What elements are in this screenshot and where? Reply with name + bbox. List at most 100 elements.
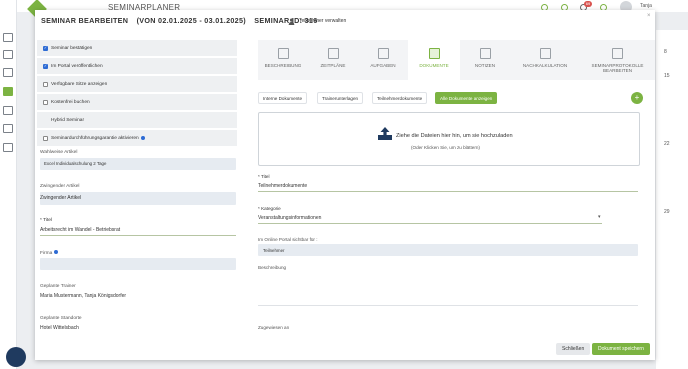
tab-label: BESCHREIBUNG: [264, 63, 302, 68]
tab-label: ZEITPLÄNE: [320, 63, 346, 68]
checkbox-label: Seminardurchführungsgarantie aktivieren: [51, 135, 139, 141]
assigned-to-label: Zugewiesen an: [258, 325, 290, 330]
location-label: Geplante Standorte: [40, 316, 82, 321]
edit-seminar-modal: SEMINAR BEARBEITEN (VON 02.01.2025 - 03.…: [35, 10, 655, 360]
tab-label: NOTIZEN: [474, 63, 496, 68]
chevron-down-icon[interactable]: ▾: [598, 214, 601, 220]
tab-notes[interactable]: NOTIZEN: [460, 40, 510, 80]
tab-schedules[interactable]: ZEITPLÄNE: [308, 40, 358, 80]
tab-label: SEMINARPROTOKOLLE BEARBEITEN: [591, 63, 644, 73]
checkbox[interactable]: [43, 135, 48, 141]
tab-documents[interactable]: DOKUMENTE: [408, 40, 460, 80]
doc-title-field[interactable]: Teilnehmerdokumente: [258, 183, 307, 189]
tab-post-calculation[interactable]: NACHKALKULATION: [510, 40, 580, 80]
documents-panel: BESCHREIBUNG ZEITPLÄNE AUFGABEN DOKUMENT…: [258, 40, 655, 360]
people-icon: [612, 48, 623, 59]
list-icon[interactable]: [3, 124, 13, 133]
checkbox-row[interactable]: ✓ Seminar bestätigen: [37, 40, 237, 56]
calendar-day: 15: [664, 73, 670, 79]
tab-label: NACHKALKULATION: [522, 63, 568, 68]
category-label: * Kategorie: [258, 206, 281, 211]
checkbox-row[interactable]: Seminardurchführungsgarantie aktivieren: [37, 130, 237, 146]
manage-participants-button[interactable]: Teilnehmer verwalten: [288, 15, 346, 27]
optional-article-tag[interactable]: Excel Individualschulung 2 Tage: [44, 161, 106, 166]
portal-visibility-select[interactable]: [258, 244, 638, 256]
calculator-icon: [539, 48, 551, 59]
calendar-icon[interactable]: [3, 87, 13, 96]
checkbox-label: Kostenfrei buchen: [51, 99, 90, 105]
info-icon[interactable]: [54, 250, 59, 254]
info-icon[interactable]: [140, 136, 145, 140]
tab-seminar-protocols[interactable]: SEMINARPROTOKOLLE BEARBEITEN: [580, 40, 655, 80]
dashboard-icon[interactable]: [3, 33, 13, 42]
calendar-day: 29: [664, 209, 670, 215]
modal-title-dates: (VON 02.01.2025 - 03.01.2025): [136, 16, 246, 25]
description-label: Beschreibung: [258, 265, 287, 270]
checkbox-checked[interactable]: ✓: [43, 45, 48, 51]
filter-all-docs[interactable]: Alle Dokumente anzeigen: [435, 92, 498, 104]
checkbox[interactable]: [43, 81, 48, 87]
manage-participants-label: Teilnehmer verwalten: [299, 18, 347, 24]
add-document-button[interactable]: +: [631, 92, 643, 104]
company-field[interactable]: [40, 258, 236, 270]
calendar-day: 8: [664, 49, 667, 55]
checkbox-disabled: [43, 118, 48, 123]
checkbox-row[interactable]: ✓ Im Portal veröffentlichen: [37, 58, 237, 74]
calendar-day: 22: [664, 141, 670, 147]
checkbox-label: Seminar bestätigen: [51, 45, 93, 51]
modal-title: SEMINAR BEARBEITEN (VON 02.01.2025 - 03.…: [41, 16, 324, 25]
person-icon: [288, 18, 295, 25]
user-name: Tanja: [640, 3, 652, 9]
doc-title-underline: [258, 191, 638, 192]
save-document-button[interactable]: Dokument speichern: [592, 343, 650, 355]
checkbox-label: Hybrid Seminar: [51, 117, 85, 123]
portal-visibility-label: Im Online Portal sichtbar für :: [258, 237, 318, 242]
location-value[interactable]: Hotel Wittelsbach: [40, 325, 79, 331]
seminar-settings-column: ✓ Seminar bestätigen ✓ Im Portal veröffent…: [35, 40, 238, 340]
printer-icon[interactable]: [3, 143, 13, 152]
optional-article-label: Wahlweise Artikel: [40, 150, 78, 155]
title-field[interactable]: Arbeitsrecht im Wandel - Betriebsrat: [40, 227, 120, 233]
close-icon[interactable]: ×: [647, 13, 651, 19]
dropzone-text: Ziehe die Dateien hier hin, um sie hochz…: [396, 133, 513, 139]
megaphone-icon[interactable]: [3, 106, 13, 115]
close-button[interactable]: Schließen: [556, 343, 591, 355]
company-label: Firma: [40, 250, 59, 256]
tab-label: AUFGABEN: [370, 63, 396, 68]
portal-visibility-tag[interactable]: Teilnehmer: [263, 248, 284, 253]
file-dropzone[interactable]: Ziehe die Dateien hier hin, um sie hochz…: [258, 112, 640, 166]
checkbox-checked[interactable]: ✓: [43, 63, 48, 69]
calendar-strip: [656, 30, 688, 369]
filter-internal-docs[interactable]: Interne Dokumente: [258, 92, 308, 104]
document-icon: [428, 48, 440, 59]
checkbox-label: Im Portal veröffentlichen: [51, 63, 103, 69]
people-icon: [277, 48, 289, 59]
tab-description[interactable]: BESCHREIBUNG: [258, 40, 308, 80]
category-underline: [258, 223, 602, 224]
filter-trainer-docs[interactable]: Trainerunterlagen: [317, 92, 364, 104]
trainer-value[interactable]: Maria Mustermann, Tanja Königsdorfer: [40, 293, 126, 299]
checkbox-label: Verfügbare Sitze anzeigen: [51, 81, 108, 87]
mandatory-article-value: Zwingender Artikel: [40, 195, 82, 201]
notification-badge: 69: [584, 1, 592, 7]
building-icon[interactable]: [3, 68, 13, 77]
tab-tasks[interactable]: AUFGABEN: [358, 40, 408, 80]
checkbox[interactable]: [43, 99, 48, 105]
checkbox-row[interactable]: Verfügbare Sitze anzeigen: [37, 76, 237, 92]
chat-icon[interactable]: [6, 347, 26, 367]
tab-label: DOKUMENTE: [419, 63, 449, 68]
folder-icon: [377, 48, 389, 59]
dropzone-subtext: (Oder Klicken Sie, um zu blättern): [411, 145, 480, 150]
title-label: * Titel: [40, 218, 52, 223]
checkbox-row[interactable]: Kostenfrei buchen: [37, 94, 237, 110]
description-field[interactable]: [258, 278, 638, 306]
checkbox-row[interactable]: Hybrid Seminar: [37, 112, 237, 128]
mandatory-article-label: Zwingender Artikel: [40, 184, 80, 189]
doc-title-label: * Titel: [258, 174, 270, 179]
book-icon[interactable]: [3, 50, 13, 59]
category-select[interactable]: Veranstaltungsinformationen: [258, 215, 321, 221]
upload-icon: [378, 127, 392, 140]
notes-icon: [479, 48, 491, 59]
tab-bar: BESCHREIBUNG ZEITPLÄNE AUFGABEN DOKUMENT…: [258, 40, 655, 80]
filter-participant-docs[interactable]: Teilnehmerdokumente: [372, 92, 428, 104]
